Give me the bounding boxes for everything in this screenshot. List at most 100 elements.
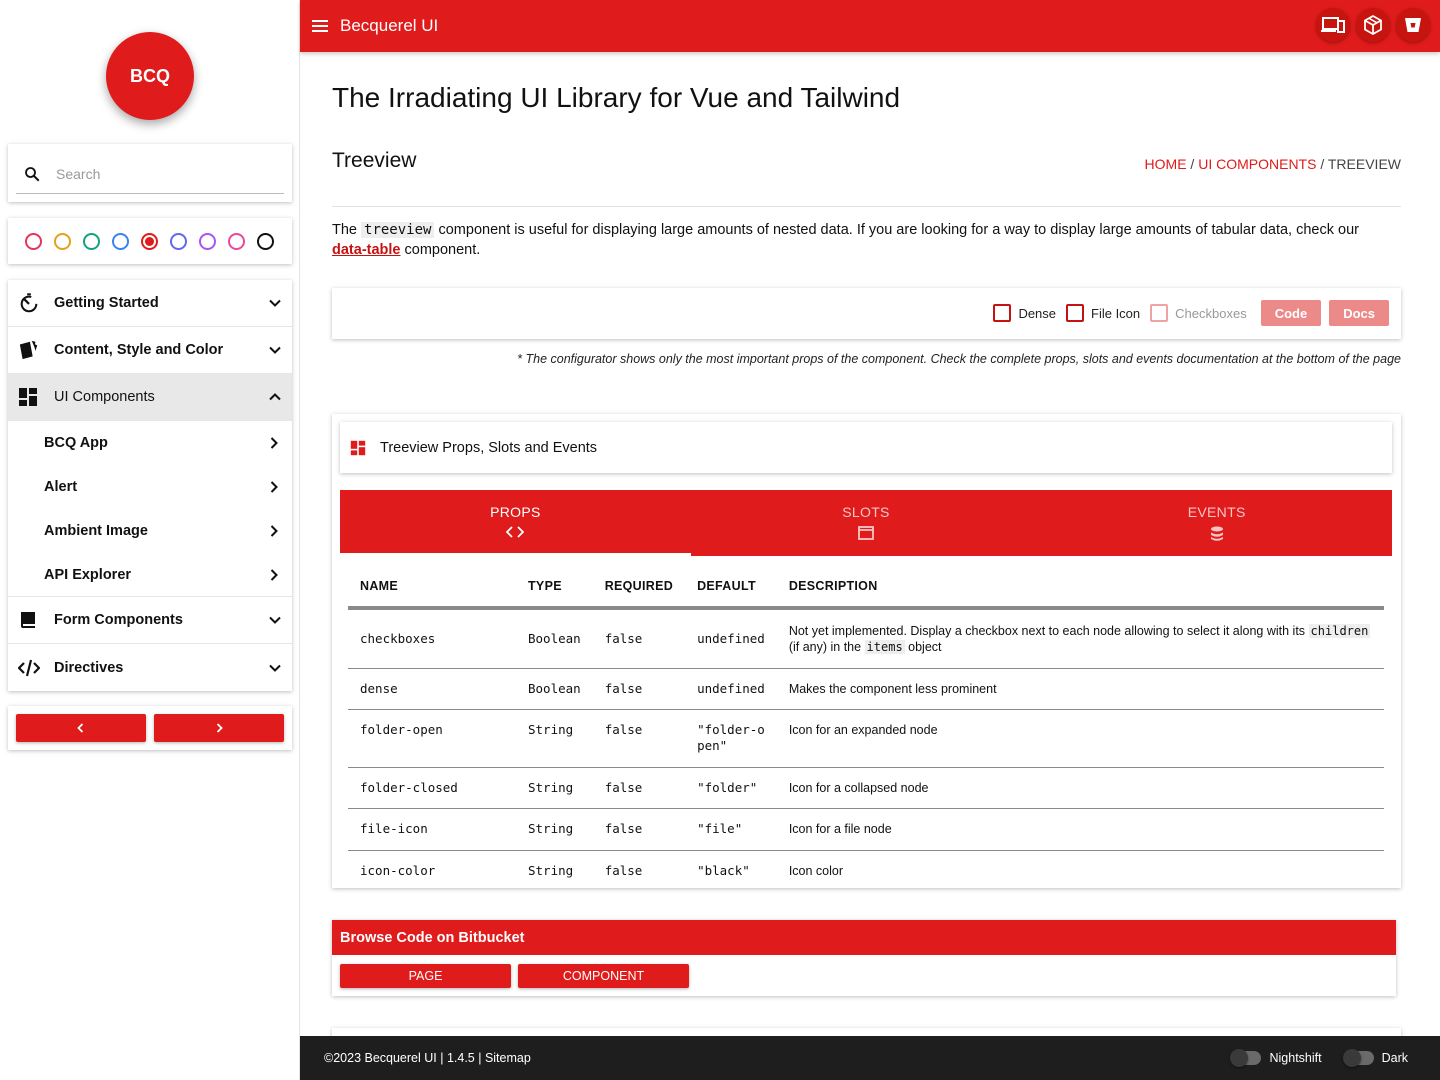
timer-icon <box>18 292 44 314</box>
nav-getting-started[interactable]: Getting Started <box>8 280 292 327</box>
nav-form-components[interactable]: Form Components <box>8 597 292 644</box>
devices-button[interactable] <box>1316 8 1350 42</box>
prop-required: false <box>604 862 643 878</box>
code-button[interactable]: Code <box>1260 300 1322 326</box>
color-swatch-amber[interactable] <box>54 232 71 250</box>
nav-label: Directives <box>54 659 124 676</box>
nightshift-label: Nightshift <box>1269 1051 1322 1065</box>
col-header-required: REQUIRED <box>592 566 686 610</box>
logo[interactable]: BCQ <box>106 32 194 120</box>
bitbucket-card: Browse Code on Bitbucket PAGE COMPONENT <box>332 920 1396 996</box>
tab-events[interactable]: EVENTS <box>1041 490 1392 556</box>
divider <box>332 206 1401 207</box>
color-swatch-purple[interactable] <box>199 232 216 250</box>
color-swatch-indigo[interactable] <box>170 232 187 250</box>
prop-required: false <box>592 608 686 669</box>
sidebar-nav: Getting Started Content, Style and Color… <box>8 280 292 691</box>
nav-label: Getting Started <box>54 295 159 311</box>
nightshift-switch[interactable] <box>1230 1049 1262 1067</box>
dark-switch[interactable] <box>1342 1049 1374 1067</box>
cards-icon <box>18 339 44 361</box>
prop-required: false <box>592 808 686 851</box>
prop-type: Boolean <box>516 668 593 710</box>
prop-description: Icon for a file node <box>776 808 1384 851</box>
props-card-header: Treeview Props, Slots and Events <box>340 422 1392 473</box>
chevron-right-icon <box>268 568 280 582</box>
nav-sub-alert[interactable]: Alert <box>8 465 292 509</box>
codesandbox-button[interactable] <box>1356 8 1390 42</box>
prop-default: "black" <box>697 862 750 878</box>
footer: ©2023 Becquerel UI | 1.4.5 | Sitemap Nig… <box>300 1036 1440 1080</box>
breadcrumb-ui-components[interactable]: UI COMPONENTS <box>1198 156 1316 172</box>
tab-bar: PROPS SLOTS EVENTS <box>340 490 1392 556</box>
bitbucket-card-title: Browse Code on Bitbucket <box>332 920 1396 955</box>
color-swatch-emerald[interactable] <box>83 232 100 250</box>
desc-text: (if any) in the <box>788 639 865 654</box>
color-swatch-black[interactable] <box>257 232 274 250</box>
breadcrumb-current: TREEVIEW <box>1327 156 1401 172</box>
search-input[interactable] <box>56 165 256 182</box>
desc-code: children <box>1308 623 1371 638</box>
nav-label: Content, Style and Color <box>54 342 224 358</box>
table-row: icon-color String false "black" Icon col… <box>348 850 1384 891</box>
nav-sub-bcq-app[interactable]: BCQ App <box>8 421 292 465</box>
color-swatch-rose[interactable] <box>25 232 42 250</box>
col-header-type: TYPE <box>516 566 593 610</box>
desc-code: items <box>864 639 905 654</box>
next-page-button[interactable] <box>154 714 284 742</box>
props-table: NAME TYPE REQUIRED DEFAULT DESCRIPTION c… <box>348 566 1384 891</box>
col-header-default: DEFAULT <box>685 566 777 610</box>
prop-description: Makes the component less prominent <box>776 668 1384 710</box>
prop-name: folder-open <box>348 709 516 768</box>
color-swatch-red[interactable] <box>141 232 158 250</box>
selected-indicator <box>145 236 154 246</box>
nav-label: UI Components <box>54 389 155 405</box>
prop-description: Icon color <box>788 863 844 878</box>
chevron-right-icon <box>268 436 280 450</box>
checkboxes-checkbox[interactable]: Checkboxes <box>1150 304 1247 322</box>
menu-icon[interactable] <box>312 19 328 33</box>
nav-content-style-color[interactable]: Content, Style and Color <box>8 327 292 374</box>
breadcrumb: HOME / UI COMPONENTS / TREEVIEW <box>1145 156 1401 172</box>
color-picker <box>8 218 292 264</box>
col-header-description: DESCRIPTION <box>776 566 1384 610</box>
tab-label: EVENTS <box>1187 504 1246 520</box>
nav-sub-api-explorer[interactable]: API Explorer <box>8 553 292 597</box>
devices-icon <box>1321 17 1345 33</box>
sitemap-link[interactable]: Sitemap <box>485 1051 531 1065</box>
table-row: checkboxes Boolean false undefined Not y… <box>348 608 1384 669</box>
color-swatch-pink[interactable] <box>228 232 245 250</box>
dense-checkbox[interactable]: Dense <box>993 304 1056 322</box>
nav-directives[interactable]: Directives <box>8 644 292 691</box>
search-box[interactable] <box>16 154 284 194</box>
window-icon <box>858 526 874 540</box>
page-source-button[interactable]: PAGE <box>340 964 511 988</box>
checkbox-label: Checkboxes <box>1175 305 1247 321</box>
breadcrumb-separator: / <box>1186 156 1199 172</box>
checkbox-box <box>993 304 1012 322</box>
chevron-up-icon <box>268 390 282 404</box>
tab-slots[interactable]: SLOTS <box>691 490 1042 556</box>
intro-pre: The <box>332 222 362 238</box>
data-table-link[interactable]: data-table <box>332 242 401 258</box>
prev-page-button[interactable] <box>16 714 146 742</box>
dashboard-icon <box>18 387 44 407</box>
docs-button[interactable]: Docs <box>1329 300 1389 326</box>
pager <box>8 706 292 750</box>
tab-props[interactable]: PROPS <box>340 490 691 556</box>
search-icon <box>16 165 48 183</box>
bitbucket-button[interactable] <box>1396 8 1430 42</box>
nav-sub-label: Ambient Image <box>44 523 148 539</box>
intro-text: The treeview component is useful for dis… <box>332 220 1392 260</box>
nav-ui-components[interactable]: UI Components <box>8 374 292 421</box>
nightshift-toggle[interactable]: Nightshift <box>1230 1049 1322 1067</box>
nav-sub-ambient-image[interactable]: Ambient Image <box>8 509 292 553</box>
prop-name: file-icon <box>348 808 516 851</box>
form-icon <box>18 610 44 630</box>
breadcrumb-home[interactable]: HOME <box>1145 156 1187 172</box>
file-icon-checkbox[interactable]: File Icon <box>1066 304 1140 322</box>
prop-default: undefined <box>685 668 777 710</box>
component-source-button[interactable]: COMPONENT <box>518 964 689 988</box>
dark-toggle[interactable]: Dark <box>1342 1049 1408 1067</box>
color-swatch-blue[interactable] <box>112 232 129 250</box>
